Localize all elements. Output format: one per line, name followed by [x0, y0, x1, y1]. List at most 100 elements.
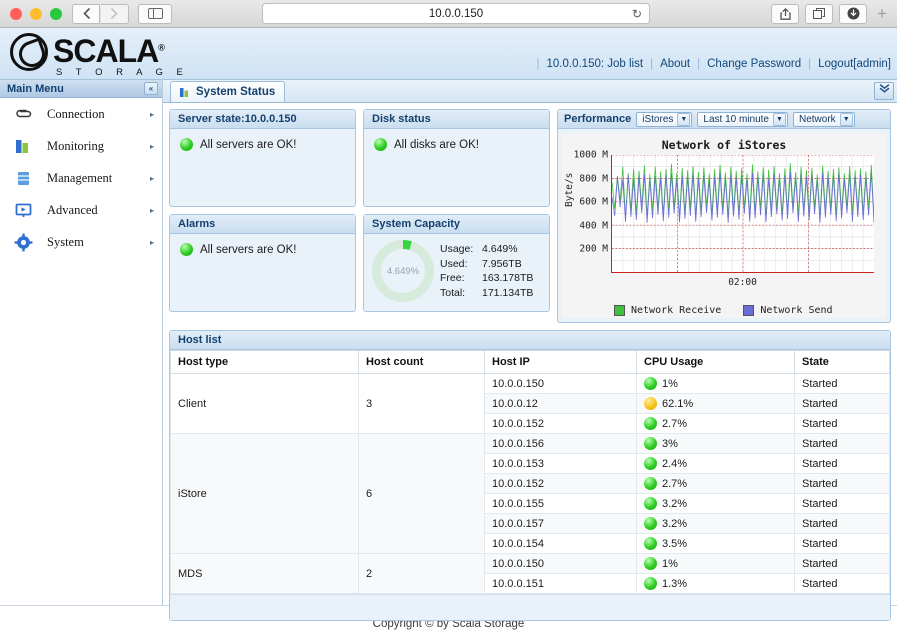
sidebar-item-connection[interactable]: Connection ▸	[0, 98, 162, 130]
sidebar-item-system[interactable]: System ▸	[0, 226, 162, 258]
capacity-stat-row: Total:171.134TB	[440, 286, 533, 301]
column-host-ip: Host IP	[485, 351, 637, 374]
cell-state: Started	[795, 474, 890, 494]
cell-state: Started	[795, 494, 890, 514]
cell-state: Started	[795, 374, 890, 394]
cell-host-ip: 10.0.0.151	[485, 574, 637, 594]
cpu-value: 1%	[662, 558, 678, 570]
forward-button[interactable]	[101, 4, 129, 24]
chevron-down-icon: ▼	[773, 113, 786, 126]
cell-cpu-usage: 3%	[637, 434, 795, 454]
cell-host-type: Client	[171, 374, 359, 434]
cpu-value: 2.7%	[662, 478, 687, 490]
minimize-window-button[interactable]	[30, 8, 42, 20]
select-value: Network	[799, 114, 836, 125]
share-button[interactable]	[771, 4, 799, 24]
tab-overview-button[interactable]	[805, 4, 833, 24]
sidebar-item-management[interactable]: Management ▸	[0, 162, 162, 194]
cpu-status-icon	[644, 497, 657, 510]
cell-cpu-usage: 1%	[637, 554, 795, 574]
cell-cpu-usage: 3.2%	[637, 494, 795, 514]
navigation-buttons	[72, 4, 130, 24]
chevron-down-icon: ▼	[840, 113, 853, 126]
cell-host-ip: 10.0.0.12	[485, 394, 637, 414]
timerange-select[interactable]: Last 10 minute ▼	[697, 112, 788, 127]
panel-title: Disk status	[364, 110, 549, 129]
main-content: System Status Server state:10.0.0.150	[163, 80, 897, 605]
cell-state: Started	[795, 434, 890, 454]
tab-label: System Status	[196, 86, 275, 98]
status-text: All disks are OK!	[394, 139, 479, 151]
logo-name: SCALA®	[53, 35, 188, 67]
legend-label: Network Receive	[631, 305, 721, 316]
alarms-panel: Alarms All servers are OK!	[169, 214, 356, 312]
about-link[interactable]: About	[660, 58, 690, 70]
host-list-footer	[170, 594, 890, 620]
performance-panel-header: Performance iStores ▼ Last 10 minute ▼ N…	[558, 110, 890, 129]
reload-icon[interactable]: ↻	[632, 7, 642, 21]
panel-body: All disks are OK!	[364, 129, 549, 160]
chevron-right-icon: ▸	[150, 142, 154, 151]
cell-state: Started	[795, 394, 890, 414]
bar-chart-icon	[180, 87, 191, 98]
left-panel-column: Server state:10.0.0.150 All servers are …	[169, 109, 550, 330]
url-text: 10.0.0.150	[429, 8, 483, 20]
nav-separator: |	[808, 58, 811, 70]
column-cpu-usage: CPU Usage	[637, 351, 795, 374]
stat-key: Total:	[440, 286, 482, 301]
tab-expander-button[interactable]	[874, 82, 894, 100]
database-icon	[14, 169, 33, 188]
capacity-stat-row: Usage:4.649%	[440, 242, 533, 257]
logout-link[interactable]: Logout[admin]	[818, 58, 891, 70]
cell-host-count: 3	[359, 374, 485, 434]
maximize-window-button[interactable]	[50, 8, 62, 20]
cpu-status-icon	[644, 537, 657, 550]
chevron-right-icon: ▸	[150, 174, 154, 183]
downloads-button[interactable]	[839, 4, 867, 24]
table-row[interactable]: iStore610.0.0.1563%Started	[171, 434, 890, 454]
host-list-panel: Host list Host type Host count Host IP C…	[169, 330, 891, 621]
chevron-right-icon	[111, 8, 118, 19]
capacity-donut-chart: 4.649%	[372, 240, 434, 302]
cell-cpu-usage: 3.2%	[637, 514, 795, 534]
nav-separator: |	[650, 58, 653, 70]
window-traffic-lights	[6, 8, 70, 20]
select-value: Last 10 minute	[703, 114, 769, 125]
cell-state: Started	[795, 574, 890, 594]
nav-separator: |	[697, 58, 700, 70]
sidebar: Main Menu « Connection ▸ Monitoring ▸	[0, 80, 163, 605]
column-state: State	[795, 351, 890, 374]
table-row[interactable]: MDS210.0.0.1501%Started	[171, 554, 890, 574]
capacity-stat-row: Free:163.178TB	[440, 271, 533, 286]
sidebar-collapse-button[interactable]: «	[144, 82, 158, 95]
capacity-body: 4.649% Usage:4.649% Used:7.956TB Free:16…	[364, 234, 549, 308]
metric-select[interactable]: Network ▼	[793, 112, 855, 127]
cell-host-ip: 10.0.0.157	[485, 514, 637, 534]
address-bar[interactable]: 10.0.0.150 ↻	[262, 3, 650, 24]
chart-y-tick-label: 1000 M	[574, 150, 608, 161]
sidebar-item-monitoring[interactable]: Monitoring ▸	[0, 130, 162, 162]
select-value: iStores	[642, 114, 673, 125]
cell-cpu-usage: 62.1%	[637, 394, 795, 414]
capacity-stats: Usage:4.649% Used:7.956TB Free:163.178TB…	[440, 242, 533, 300]
tab-system-status[interactable]: System Status	[170, 81, 285, 102]
job-list-link[interactable]: 10.0.0.150: Job list	[547, 58, 644, 70]
cpu-value: 62.1%	[662, 398, 693, 410]
panel-title: System Capacity	[364, 215, 549, 234]
chevron-left-icon	[83, 8, 90, 19]
cpu-status-icon	[644, 397, 657, 410]
target-select[interactable]: iStores ▼	[636, 112, 692, 127]
cell-cpu-usage: 2.7%	[637, 474, 795, 494]
cell-cpu-usage: 1.3%	[637, 574, 795, 594]
sidebar-toggle-button[interactable]	[138, 4, 172, 24]
sidebar-item-advanced[interactable]: Advanced ▸	[0, 194, 162, 226]
cpu-status-icon	[644, 457, 657, 470]
cpu-status-icon	[644, 557, 657, 570]
close-window-button[interactable]	[10, 8, 22, 20]
cell-host-ip: 10.0.0.152	[485, 474, 637, 494]
chevron-down-icon: ▼	[677, 113, 690, 126]
change-password-link[interactable]: Change Password	[707, 58, 801, 70]
table-row[interactable]: Client310.0.0.1501%Started	[171, 374, 890, 394]
new-tab-button[interactable]: +	[873, 4, 891, 24]
back-button[interactable]	[72, 4, 100, 24]
